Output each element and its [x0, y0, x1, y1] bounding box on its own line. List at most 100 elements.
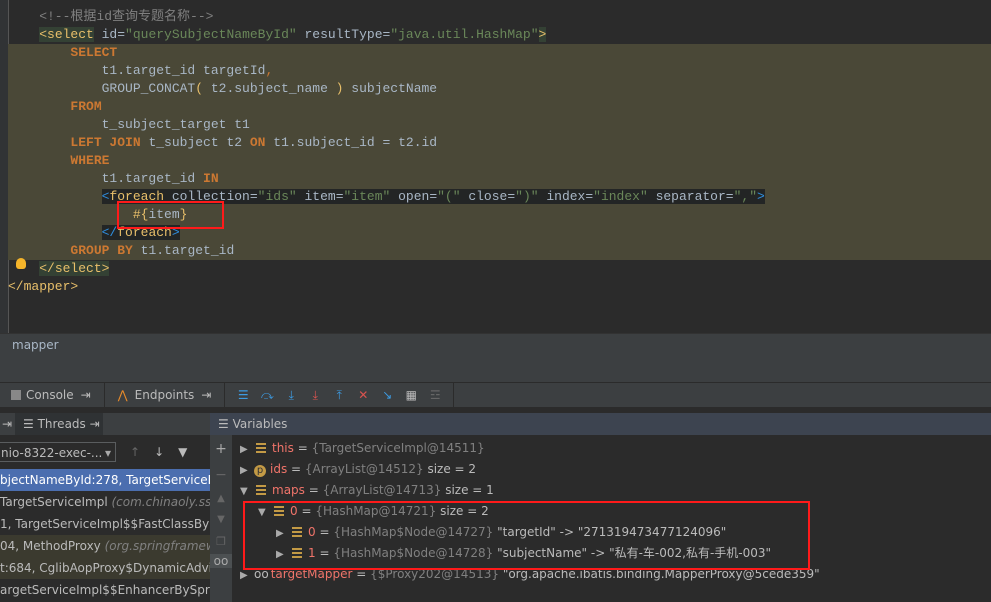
add-watch-icon[interactable]: +	[210, 441, 232, 457]
stack-frame[interactable]: t:684, CglibAopProxy$DynamicAdvise	[0, 557, 210, 579]
stack-frame[interactable]: 1, TargetServiceImpl$$FastClassBySp	[0, 513, 210, 535]
copy-icon[interactable]: ❐	[210, 535, 232, 548]
evaluate-icon[interactable]: ▦	[404, 389, 418, 401]
code-token: "querySubjectNameById"	[125, 27, 297, 42]
step-into-icon[interactable]: ⤓	[284, 389, 298, 401]
code-line: </mapper>	[8, 278, 78, 296]
force-step-into-icon[interactable]: ⤓	[308, 389, 322, 401]
code-token: <!--根据id查询专题名称-->	[8, 9, 214, 24]
tab-endpoints[interactable]: ⋀ Endpoints ⇥	[105, 383, 226, 407]
threads-label: Threads	[37, 417, 86, 431]
trace-icon[interactable]: ☲	[428, 389, 442, 401]
variable-row[interactable]: ▶ p ids = {ArrayList@14512} size = 2	[232, 459, 991, 480]
expanded-arrow-icon[interactable]: ▼	[240, 481, 250, 502]
code-token: IN	[203, 171, 219, 186]
frame-text: bjectNameById:278, TargetServiceIm	[0, 473, 210, 487]
code-token: (	[195, 81, 204, 96]
variables-label: Variables	[232, 417, 288, 431]
variable-name: maps	[272, 483, 305, 497]
variable-value: size = 1	[445, 483, 494, 497]
code-line: t1.target_id IN	[8, 170, 219, 188]
chevron-down-icon: ▾	[104, 446, 111, 460]
code-token: >	[757, 189, 765, 204]
code-token: GROUP BY	[70, 243, 133, 258]
watches-glasses-icon[interactable]: oo	[210, 554, 232, 568]
breadcrumb-item[interactable]: mapper	[12, 338, 59, 352]
arrow-down-icon[interactable]: ↓	[154, 445, 164, 459]
code-token: open=	[390, 189, 438, 204]
threads-icon: ☰	[23, 417, 38, 431]
code-token: FROM	[70, 99, 102, 114]
arrow-up-icon[interactable]: ↑	[130, 445, 140, 459]
variable-value: size = 2	[427, 462, 477, 476]
code-token: </select>	[39, 261, 110, 276]
frame-text: t:684, CglibAopProxy$DynamicAdvise	[0, 561, 210, 575]
code-token: "("	[437, 189, 461, 204]
code-token: separator=	[647, 189, 734, 204]
code-line: GROUP_CONCAT( t2.subject_name ) subjectN…	[8, 80, 438, 98]
move-down-icon[interactable]: ▼	[210, 514, 232, 525]
frames-header: nio-8322-exec-... ▾ ↑ ↓ ▼	[0, 435, 210, 469]
tab-console[interactable]: Console ⇥	[0, 383, 105, 407]
frame-text: argetServiceImpl$$EnhancerBySpring	[0, 583, 210, 597]
frame-text: TargetServiceImpl	[0, 495, 112, 509]
code-line: SELECT	[8, 44, 117, 62]
lightbulb-icon[interactable]	[16, 258, 26, 269]
code-token: ","	[733, 189, 757, 204]
variable-type: {ArrayList@14512}	[304, 462, 424, 476]
code-token: t1.target_id	[132, 243, 235, 258]
code-editor[interactable]: <!--根据id查询专题名称--> <select id="querySubje…	[0, 0, 991, 334]
toolbar-actions: ☰ ⤼ ⤓ ⤓ ⤒ ✕ ↘ ▦ ☲	[225, 383, 455, 407]
step-over-icon[interactable]: ⤼	[260, 389, 274, 401]
frames-list-icon[interactable]: ☰	[236, 389, 250, 401]
highlight-box-hashmap	[243, 501, 810, 570]
endpoints-label: Endpoints	[134, 388, 195, 402]
code-token: close=	[460, 189, 516, 204]
code-token: <select	[39, 27, 94, 42]
code-token: LEFT JOIN	[70, 135, 141, 150]
stack-frame[interactable]: argetServiceImpl$$EnhancerBySpring	[0, 579, 210, 601]
collapsed-arrow-icon[interactable]: ▶	[240, 439, 250, 460]
code-line: <select id="querySubjectNameById" result…	[8, 26, 547, 44]
move-up-icon[interactable]: ▲	[210, 493, 232, 504]
frame-list: bjectNameById:278, TargetServiceIm Target…	[0, 469, 210, 601]
run-to-cursor-icon[interactable]: ↘	[380, 389, 394, 401]
variable-name: ids	[270, 462, 288, 476]
collapsed-arrow-icon[interactable]: ▶	[240, 460, 250, 481]
drop-frame-icon[interactable]: ✕	[356, 389, 370, 401]
frame-text: 1, TargetServiceImpl$$FastClassBySp	[0, 517, 210, 531]
code-line: LEFT JOIN t_subject t2 ON t1.subject_id …	[8, 134, 437, 152]
field-icon	[256, 485, 266, 495]
code-token: t1.target_id targetId	[8, 63, 266, 78]
stack-frame[interactable]: bjectNameById:278, TargetServiceIm	[0, 469, 210, 491]
code-line: WHERE	[8, 152, 109, 170]
variable-row[interactable]: ▶ this = {TargetServiceImpl@14511}	[232, 438, 991, 459]
pin-icon: ⇥	[201, 388, 212, 402]
tab-threads[interactable]: ☰ Threads ⇥	[15, 413, 103, 435]
stack-frame[interactable]: TargetServiceImpl (com.chinaoly.ssb	[0, 491, 210, 513]
code-token: "index"	[593, 189, 648, 204]
stack-frame[interactable]: 04, MethodProxy (org.springframew	[0, 535, 210, 557]
code-token: ,	[265, 63, 274, 78]
thread-select-value: nio-8322-exec-...	[1, 446, 103, 460]
remove-watch-icon[interactable]: −	[210, 467, 232, 483]
variable-name: this	[272, 441, 294, 455]
thread-select[interactable]: nio-8322-exec-... ▾	[0, 442, 116, 462]
variable-row[interactable]: ▼ maps = {ArrayList@14713} size = 1	[232, 480, 991, 501]
code-token: id=	[93, 27, 126, 42]
code-line: t1.target_id targetId,	[8, 62, 274, 80]
console-icon	[11, 390, 21, 400]
breadcrumb: mapper	[0, 334, 991, 356]
debug-toolbar: Console ⇥ ⋀ Endpoints ⇥ ☰ ⤼ ⤓ ⤓ ⤒ ✕ ↘ ▦ ☲	[0, 383, 991, 408]
step-out-icon[interactable]: ⤒	[332, 389, 346, 401]
filter-icon[interactable]: ▼	[178, 445, 187, 459]
code-line: GROUP BY t1.target_id	[8, 242, 234, 260]
tab-variables[interactable]: ☰ Variables	[210, 413, 991, 435]
panel-divider	[0, 356, 991, 383]
